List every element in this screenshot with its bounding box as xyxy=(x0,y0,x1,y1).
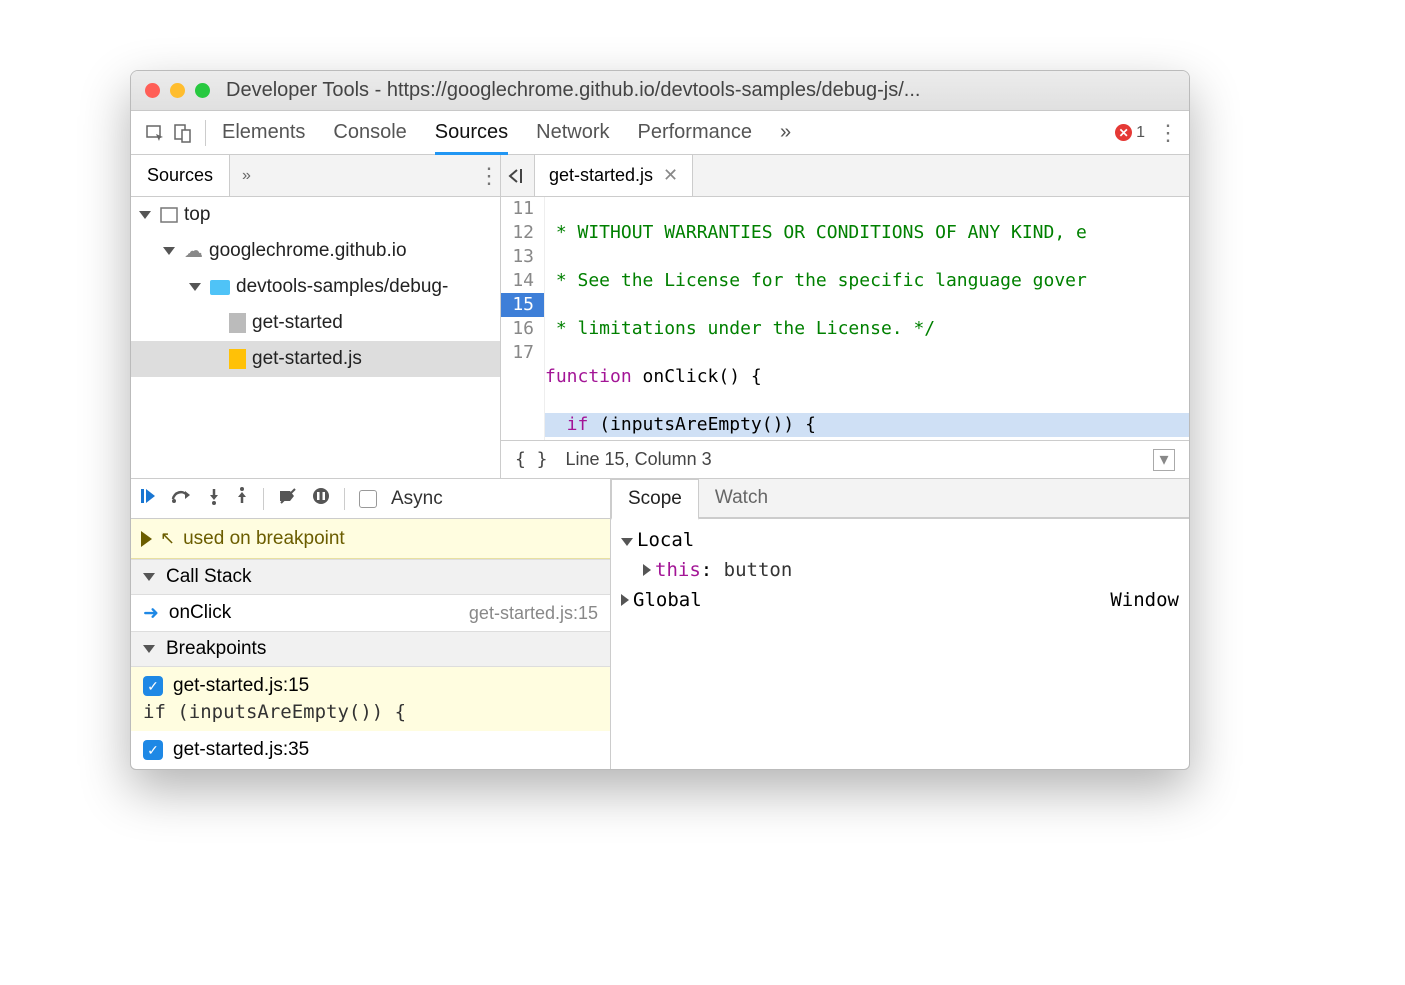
scope-this[interactable]: this: button xyxy=(621,555,1179,585)
navigator-overflow[interactable]: » xyxy=(230,167,263,185)
breakpoint-checkbox[interactable]: ✓ xyxy=(143,676,163,696)
tree-domain[interactable]: ☁googlechrome.github.io xyxy=(131,233,500,269)
scope-local[interactable]: Local xyxy=(621,525,1179,555)
tabs-overflow[interactable]: » xyxy=(780,113,791,152)
step-into-button[interactable] xyxy=(207,487,221,510)
debug-toolbar: Async xyxy=(131,479,610,519)
editor-pane: get-started.js✕ 11 12 13 14 15 16 17 * W… xyxy=(501,155,1189,478)
error-badge[interactable]: ✕ 1 xyxy=(1115,124,1145,142)
nav-back-icon[interactable] xyxy=(501,155,535,196)
editor-tab[interactable]: get-started.js✕ xyxy=(535,155,693,196)
async-label: Async xyxy=(391,488,443,510)
editor-tabbar: get-started.js✕ xyxy=(501,155,1189,197)
minimize-window-button[interactable] xyxy=(170,83,185,98)
tree-file-html[interactable]: get-started xyxy=(131,305,500,341)
line-gutter: 11 12 13 14 15 16 17 xyxy=(501,197,545,440)
statusbar-dropdown-icon[interactable]: ▾ xyxy=(1153,449,1175,471)
step-out-button[interactable] xyxy=(235,487,249,510)
devtools-window: Developer Tools - https://googlechrome.g… xyxy=(130,70,1190,770)
close-tab-icon[interactable]: ✕ xyxy=(663,165,678,186)
prettyprint-button[interactable]: { } xyxy=(515,449,548,470)
file-icon xyxy=(229,313,246,333)
editor-statusbar: { } Line 15, Column 3 ▾ xyxy=(501,440,1189,478)
code-lines: * WITHOUT WARRANTIES OR CONDITIONS OF AN… xyxy=(545,197,1189,440)
breakpoint-item-2[interactable]: ✓get-started.js:35 xyxy=(131,731,610,769)
debugger-pane: Async ↖ used on breakpoint Call Stack ➜ … xyxy=(131,478,1189,769)
scope-global[interactable]: GlobalWindow xyxy=(621,585,1179,615)
async-checkbox[interactable] xyxy=(359,490,377,508)
current-frame-icon: ➜ xyxy=(143,602,159,625)
play-icon xyxy=(141,531,152,547)
cursor-position: Line 15, Column 3 xyxy=(566,449,712,470)
tab-elements[interactable]: Elements xyxy=(222,113,305,152)
callstack-header[interactable]: Call Stack xyxy=(131,559,610,595)
callstack-frame[interactable]: ➜ onClick get-started.js:15 xyxy=(131,595,610,631)
navigator-pane: Sources » ⋮ top ☁googlechrome.github.io … xyxy=(131,155,501,478)
tab-sources[interactable]: Sources xyxy=(435,113,508,152)
error-count: 1 xyxy=(1136,124,1145,142)
zoom-window-button[interactable] xyxy=(195,83,210,98)
breakpoint-item-1[interactable]: ✓get-started.js:15 if (inputsAreEmpty())… xyxy=(131,667,610,731)
settings-menu-icon[interactable]: ⋮ xyxy=(1157,120,1179,146)
close-window-button[interactable] xyxy=(145,83,160,98)
tab-watch[interactable]: Watch xyxy=(699,479,784,517)
tab-console[interactable]: Console xyxy=(333,113,406,152)
tree-file-js[interactable]: get-started.js xyxy=(131,341,500,377)
tab-scope[interactable]: Scope xyxy=(611,479,699,520)
device-icon[interactable] xyxy=(169,123,197,143)
tab-network[interactable]: Network xyxy=(536,113,609,152)
paused-banner: ↖ used on breakpoint xyxy=(131,519,610,559)
tree-top[interactable]: top xyxy=(131,197,500,233)
frame-location: get-started.js:15 xyxy=(469,603,598,624)
scope-tabs: Scope Watch xyxy=(611,479,1189,519)
breakpoints-header[interactable]: Breakpoints xyxy=(131,631,610,667)
pause-exceptions-button[interactable] xyxy=(312,487,330,510)
scope-content: Local this: button GlobalWindow xyxy=(611,519,1189,621)
step-over-button[interactable] xyxy=(171,487,193,510)
js-file-icon xyxy=(229,349,246,369)
sources-subtab[interactable]: Sources xyxy=(131,155,230,196)
breakpoint-checkbox[interactable]: ✓ xyxy=(143,740,163,760)
navigator-tabs: Sources » ⋮ xyxy=(131,155,500,197)
frame-icon xyxy=(160,207,178,223)
scope-pane: Scope Watch Local this: button GlobalWin… xyxy=(611,479,1189,769)
navigator-menu-icon[interactable]: ⋮ xyxy=(478,163,500,189)
titlebar: Developer Tools - https://googlechrome.g… xyxy=(131,71,1189,111)
code-editor[interactable]: 11 12 13 14 15 16 17 * WITHOUT WARRANTIE… xyxy=(501,197,1189,440)
window-title: Developer Tools - https://googlechrome.g… xyxy=(226,79,920,102)
resume-button[interactable] xyxy=(139,487,157,510)
deactivate-breakpoints-button[interactable] xyxy=(278,487,298,510)
error-icon: ✕ xyxy=(1115,124,1132,141)
cursor-icon: ↖ xyxy=(160,528,175,549)
inspect-icon[interactable] xyxy=(141,123,169,143)
cloud-icon: ☁ xyxy=(184,240,203,263)
file-tree: top ☁googlechrome.github.io devtools-sam… xyxy=(131,197,500,478)
tree-folder[interactable]: devtools-samples/debug- xyxy=(131,269,500,305)
traffic-lights xyxy=(145,83,210,98)
tab-performance[interactable]: Performance xyxy=(638,113,753,152)
folder-icon xyxy=(210,280,230,295)
main-tabbar: Elements Console Sources Network Perform… xyxy=(131,111,1189,155)
